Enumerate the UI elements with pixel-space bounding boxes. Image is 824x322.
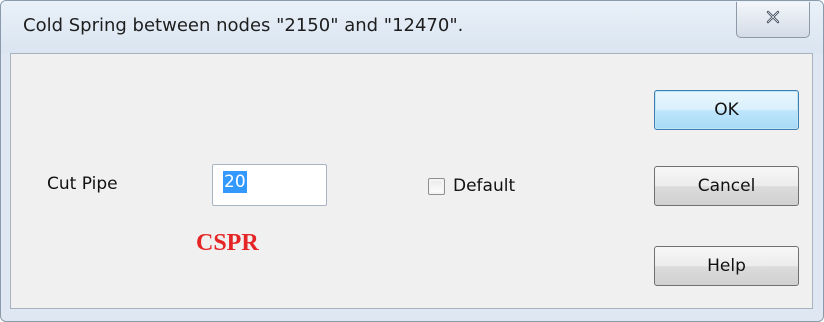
help-button[interactable]: Help — [654, 246, 799, 286]
title-bar[interactable]: Cold Spring between nodes "2150" and "12… — [1, 1, 823, 53]
cspr-annotation: CSPR — [196, 230, 259, 256]
cut-pipe-value: 20 — [223, 171, 247, 193]
cut-pipe-label: Cut Pipe — [47, 174, 118, 194]
ok-button[interactable]: OK — [654, 90, 799, 130]
dialog-body: Cut Pipe 20 Default CSPR OK Cancel Help — [10, 53, 813, 309]
dialog-window: Cold Spring between nodes "2150" and "12… — [0, 0, 824, 322]
cancel-button[interactable]: Cancel — [654, 166, 799, 206]
close-icon — [766, 10, 780, 29]
default-checkbox-label[interactable]: Default — [453, 176, 515, 196]
cut-pipe-input[interactable]: 20 — [212, 164, 327, 206]
default-checkbox[interactable] — [428, 178, 445, 195]
dialog-title: Cold Spring between nodes "2150" and "12… — [23, 15, 464, 36]
close-button[interactable] — [736, 2, 810, 38]
